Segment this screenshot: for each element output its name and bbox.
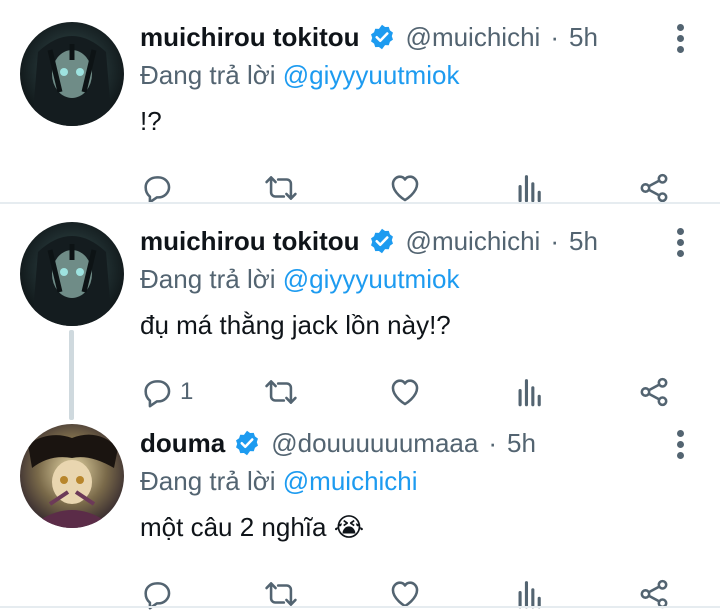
user-handle[interactable]: @douuuuuumaaa: [271, 428, 478, 459]
share-button[interactable]: [637, 372, 671, 412]
retweet-button[interactable]: [264, 372, 298, 412]
display-name[interactable]: douma: [140, 428, 225, 459]
tweet-text: đụ má thằng jack lồn này!?: [140, 310, 451, 340]
more-icon[interactable]: [670, 426, 690, 462]
retweet-icon: [264, 171, 298, 205]
timestamp[interactable]: 5h: [569, 22, 598, 53]
avatar[interactable]: [20, 222, 124, 326]
separator: ·: [550, 21, 559, 52]
user-handle[interactable]: @muichichi: [406, 22, 541, 53]
reply-button[interactable]: [140, 574, 180, 614]
more-icon[interactable]: [670, 20, 690, 56]
tweet-feed: muichirou tokitou @muichichi · 5h Đang t…: [0, 0, 720, 616]
retweet-icon: [264, 375, 298, 409]
share-icon: [637, 375, 671, 409]
mention-link[interactable]: @muichichi: [283, 466, 418, 496]
like-icon: [388, 171, 422, 205]
share-icon: [637, 171, 671, 205]
replying-to: Đang trả lời @giyyyuutmiok: [140, 264, 459, 295]
tweet-header: douma @douuuuuumaaa · 5h: [140, 424, 536, 462]
more-icon[interactable]: [670, 224, 690, 260]
replying-to-label: Đang trả lời: [140, 466, 283, 496]
divider: [0, 606, 720, 608]
user-handle[interactable]: @muichichi: [406, 226, 541, 257]
like-icon: [388, 375, 422, 409]
mention-link[interactable]: @giyyyuutmiok: [283, 60, 460, 90]
tweet-actions: [140, 574, 680, 614]
analytics-icon: [513, 375, 547, 409]
timestamp[interactable]: 5h: [507, 428, 536, 459]
replying-to-label: Đang trả lời: [140, 264, 283, 294]
display-name[interactable]: muichirou tokitou: [140, 22, 360, 53]
replying-to-label: Đang trả lời: [140, 60, 283, 90]
separator: ·: [488, 427, 498, 458]
reply-icon: [140, 375, 174, 409]
reply-count: 1: [180, 378, 194, 405]
avatar[interactable]: [20, 22, 124, 126]
avatar[interactable]: [20, 424, 124, 528]
reply-icon: [140, 171, 174, 205]
timestamp[interactable]: 5h: [569, 226, 598, 257]
analytics-button[interactable]: [513, 574, 547, 614]
verified-icon: [368, 23, 396, 51]
tweet-text: một câu 2 nghĩa 😭: [140, 512, 364, 543]
crying-face-emoji: 😭: [333, 513, 365, 543]
tweet-text: !?: [140, 106, 162, 136]
verified-icon: [368, 227, 396, 255]
mention-link[interactable]: @giyyyuutmiok: [283, 264, 460, 294]
like-button[interactable]: [388, 574, 422, 614]
verified-icon: [233, 429, 261, 457]
share-button[interactable]: [637, 574, 671, 614]
tweet-actions: 1: [140, 372, 680, 412]
analytics-icon: [513, 171, 547, 205]
replying-to: Đang trả lời @muichichi: [140, 466, 418, 497]
tweet-text-content: một câu 2 nghĩa: [140, 512, 334, 542]
tweet-header: muichirou tokitou @muichichi · 5h: [140, 18, 598, 56]
tweet[interactable]: douma @douuuuuumaaa · 5h Đang trả lời @m…: [0, 424, 720, 604]
reply-button[interactable]: 1: [140, 372, 193, 412]
separator: ·: [550, 225, 559, 256]
analytics-button[interactable]: [513, 372, 547, 412]
tweet[interactable]: muichirou tokitou @muichichi · 5h Đang t…: [0, 18, 720, 198]
replying-to: Đang trả lời @giyyyuutmiok: [140, 60, 459, 91]
tweet-header: muichirou tokitou @muichichi · 5h: [140, 222, 598, 260]
display-name[interactable]: muichirou tokitou: [140, 226, 360, 257]
retweet-button[interactable]: [264, 574, 298, 614]
like-button[interactable]: [388, 372, 422, 412]
tweet[interactable]: muichirou tokitou @muichichi · 5h Đang t…: [0, 222, 720, 402]
divider: [0, 202, 720, 204]
